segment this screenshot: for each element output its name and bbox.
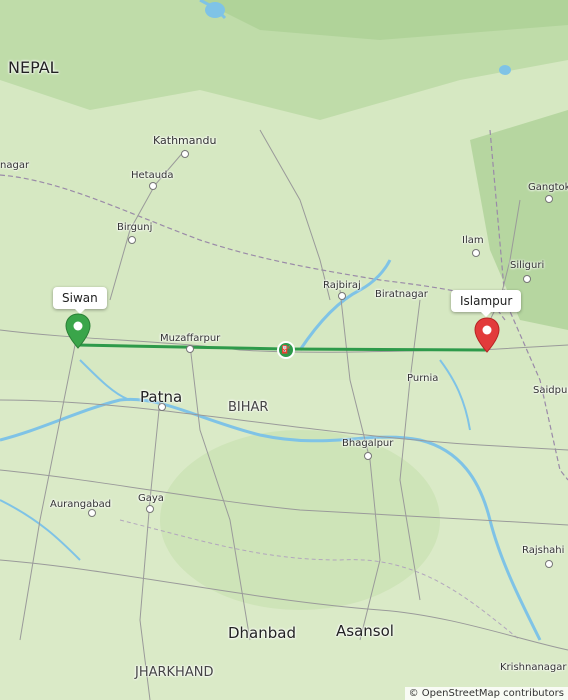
- place-label-krishnanagar: Krishnanagar: [500, 662, 567, 673]
- place-label-rajshahi: Rajshahi: [522, 545, 565, 556]
- country-label-nepal: NEPAL: [8, 58, 59, 77]
- muzaffarpur-dot: [186, 345, 194, 353]
- place-label-aurangabad: Aurangabad: [50, 499, 112, 510]
- birgunj-dot: [128, 236, 136, 244]
- place-label-rajbiraj: Rajbiraj: [323, 280, 361, 291]
- bhagalpur-dot: [364, 452, 372, 460]
- hetauda-dot: [149, 182, 157, 190]
- place-label-asansol: Asansol: [336, 622, 394, 640]
- state-label-jharkhand: JHARKHAND: [135, 665, 214, 680]
- origin-pin-icon[interactable]: [65, 313, 91, 349]
- place-label-nagar: nagar: [0, 160, 30, 171]
- rajbiraj-dot: [338, 292, 346, 300]
- map-attribution[interactable]: © OpenStreetMap contributors: [404, 687, 568, 700]
- gaya-dot: [146, 505, 154, 513]
- place-label-patna: Patna: [140, 388, 183, 406]
- place-label-birgunj: Birgunj: [117, 222, 153, 233]
- ilam-dot: [472, 249, 480, 257]
- siliguri-dot: [523, 275, 531, 283]
- kathmandu-dot: [181, 150, 189, 158]
- place-label-siliguri: Siliguri: [510, 260, 545, 271]
- rajshahi-dot: [545, 560, 553, 568]
- map-canvas[interactable]: NEPAL nagar Kathmandu Hetauda Birgunj Mu…: [0, 0, 568, 700]
- place-label-gangtok: Gangtok: [528, 182, 568, 193]
- place-label-muzaffarpur: Muzaffarpur: [160, 333, 221, 344]
- place-label-hetauda: Hetauda: [131, 170, 174, 181]
- route-midpoint-icon[interactable]: ⛽: [277, 341, 295, 359]
- place-label-gaya: Gaya: [138, 493, 164, 504]
- place-label-biratnagar: Biratnagar: [375, 289, 428, 300]
- place-label-dhanbad: Dhanbad: [228, 624, 296, 642]
- state-label-bihar: BIHAR: [228, 400, 269, 415]
- origin-callout[interactable]: Siwan: [53, 287, 107, 314]
- place-label-ilam: Ilam: [462, 235, 484, 246]
- aurangabad-dot: [88, 509, 96, 517]
- place-label-bhagalpur: Bhagalpur: [342, 438, 394, 449]
- destination-pin-icon[interactable]: [474, 317, 500, 353]
- place-label-purnia: Purnia: [407, 373, 439, 384]
- gangtok-dot: [545, 195, 553, 203]
- destination-callout[interactable]: Islampur: [451, 290, 522, 317]
- place-label-kathmandu: Kathmandu: [153, 134, 217, 147]
- place-label-saidpur: Saidpur: [533, 385, 568, 396]
